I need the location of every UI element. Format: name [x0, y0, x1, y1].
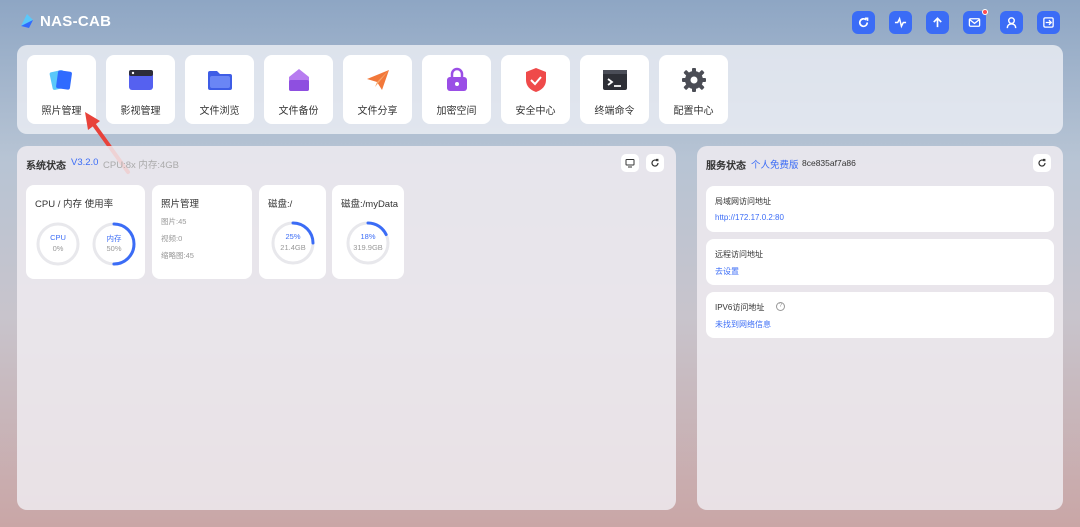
service-status-panel: 服务状态 个人免费版 8ce835af7a86 局域网访问地址 http://1… — [697, 146, 1063, 510]
row-title: 局域网访问地址 — [715, 197, 771, 206]
app-label: 文件分享 — [357, 106, 398, 117]
card-title: 磁盘:/ — [268, 199, 293, 210]
app-label: 终端命令 — [594, 106, 635, 117]
gear-icon — [681, 68, 706, 92]
disk-size: 21.4GB — [280, 243, 306, 252]
app-encrypted[interactable]: 加密空间 — [422, 55, 491, 124]
disk-mydata-card: 磁盘:/myData 18% 319.9GB — [332, 185, 404, 279]
app-share[interactable]: 文件分享 — [343, 55, 412, 124]
help-icon[interactable]: ? — [776, 302, 785, 311]
user-button[interactable] — [1000, 11, 1023, 34]
logo-mark-icon — [21, 14, 33, 28]
upload-icon — [933, 17, 942, 28]
thumbnail-count: 缩略图:45 — [161, 251, 194, 260]
app-label: 文件备份 — [278, 106, 319, 117]
mail-button[interactable] — [963, 9, 988, 34]
image-count: 图片:45 — [161, 217, 187, 226]
usage-card: CPU / 内存 使用率 CPU 0% 内存 50% — [26, 185, 145, 279]
app-settings[interactable]: 配置中心 — [659, 55, 728, 124]
app-label: 加密空间 — [436, 106, 477, 117]
monitor-icon — [625, 159, 635, 168]
lock-icon — [446, 67, 467, 91]
app-security[interactable]: 安全中心 — [501, 55, 570, 124]
monitor-view-button[interactable] — [621, 154, 639, 172]
pulse-icon — [894, 16, 907, 29]
remote-address-row: 远程访问地址 去设置 — [706, 239, 1054, 285]
ipv6-address-row: IPV6访问地址 ? 未找到网络信息 — [706, 292, 1054, 338]
ipv6-status: 未找到网络信息 — [715, 320, 771, 329]
refresh-icon — [859, 17, 869, 28]
memory-gauge: 内存 50% — [91, 221, 137, 267]
refresh-icon — [651, 158, 659, 167]
cpu-label: CPU — [50, 233, 66, 242]
memory-value: 50% — [106, 244, 122, 253]
system-status-panel: 系统状态 V3.2.0 CPU:8x 内存:4GB CPU / 内存 使用率 C… — [17, 146, 676, 510]
app-backup[interactable]: 文件备份 — [264, 55, 333, 124]
row-title: 远程访问地址 — [715, 250, 763, 259]
photos-icon — [49, 70, 72, 90]
user-icon — [1006, 17, 1017, 29]
top-toolbar — [852, 9, 1060, 34]
card-title: 磁盘:/myData — [341, 199, 399, 210]
notification-dot — [982, 9, 988, 15]
refresh-button[interactable] — [852, 11, 875, 34]
logo: NAS-CAB — [18, 12, 111, 30]
app-title: NAS-CAB — [40, 12, 112, 30]
app-label: 配置中心 — [673, 106, 714, 117]
app-label: 安全中心 — [515, 106, 556, 117]
cpu-value: 0% — [52, 244, 64, 253]
folder-icon — [207, 71, 232, 90]
disk-percent: 18% — [360, 232, 376, 241]
app-terminal[interactable]: 终端命令 — [580, 55, 649, 124]
row-title: IPV6访问地址 — [715, 303, 765, 312]
lan-address-link[interactable]: http://172.17.0.2:80 — [715, 213, 784, 222]
share-icon — [366, 70, 389, 90]
system-refresh-button[interactable] — [646, 154, 664, 172]
card-title: 照片管理 — [161, 199, 200, 210]
app-photos[interactable]: 照片管理 — [27, 55, 96, 124]
version-label: V3.2.0 — [71, 157, 99, 168]
disk-size: 319.9GB — [353, 243, 383, 252]
memory-label: 内存 — [106, 234, 122, 243]
card-title: CPU / 内存 使用率 — [35, 199, 114, 210]
video-count: 视频:0 — [161, 234, 183, 243]
shield-icon — [525, 68, 546, 92]
top-bar: NAS-CAB — [0, 0, 1080, 44]
app-launcher: 照片管理 影视管理 文件浏览 文件备份 文件分享 加密空间 安全中心 终端命令 … — [17, 45, 1063, 134]
logout-icon — [1043, 17, 1054, 28]
disk-root-gauge: 25% 21.4GB — [270, 220, 316, 266]
disk-percent: 25% — [285, 232, 301, 241]
device-id: 8ce835af7a86 — [802, 158, 856, 168]
upload-button[interactable] — [926, 11, 949, 34]
mail-icon — [968, 18, 981, 27]
panel-title: 服务状态 — [706, 161, 746, 172]
app-label: 影视管理 — [120, 106, 161, 117]
hardware-info: CPU:8x 内存:4GB — [103, 160, 180, 171]
panel-title: 系统状态 — [26, 161, 66, 172]
app-video[interactable]: 影视管理 — [106, 55, 175, 124]
lan-address-row: 局域网访问地址 http://172.17.0.2:80 — [706, 186, 1054, 232]
terminal-icon — [602, 70, 627, 90]
cpu-gauge: CPU 0% — [35, 221, 81, 267]
app-label: 文件浏览 — [199, 106, 240, 117]
disk-root-card: 磁盘:/ 25% 21.4GB — [259, 185, 326, 279]
logout-button[interactable] — [1037, 11, 1060, 34]
monitor-button[interactable] — [889, 11, 912, 34]
app-label: 照片管理 — [41, 106, 82, 117]
service-refresh-button[interactable] — [1033, 154, 1051, 172]
backup-icon — [288, 69, 309, 91]
video-icon — [128, 70, 153, 90]
refresh-icon — [1038, 158, 1046, 167]
remote-setup-link[interactable]: 去设置 — [715, 266, 739, 277]
photo-stats-card[interactable]: 照片管理 图片:45 视频:0 缩略图:45 — [152, 185, 252, 279]
disk-mydata-gauge: 18% 319.9GB — [345, 220, 391, 266]
plan-label[interactable]: 个人免费版 — [751, 157, 799, 171]
app-files[interactable]: 文件浏览 — [185, 55, 254, 124]
